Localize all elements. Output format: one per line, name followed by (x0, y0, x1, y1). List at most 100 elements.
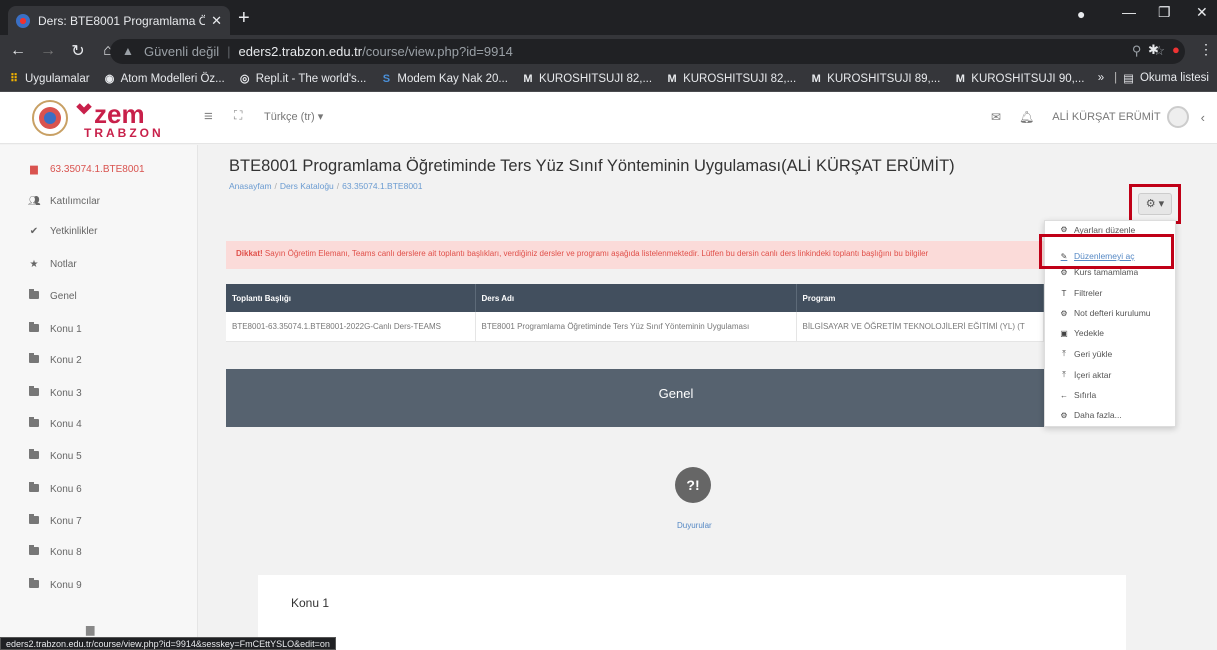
minimize-button[interactable]: — (1122, 4, 1136, 20)
folder-icon (28, 448, 40, 462)
reload-button[interactable]: ↻ (66, 41, 90, 61)
file-icon: ▣ (1060, 328, 1068, 338)
filter-icon: T (1061, 288, 1067, 298)
bookmark-item[interactable]: M KUROSHITSUJI 82,... (666, 73, 796, 85)
menu-item-import[interactable]: ⤒ İçeri aktar (1059, 368, 1111, 382)
menu-item-reset[interactable]: ← Sıfırla (1059, 388, 1096, 402)
close-window-button[interactable]: ✕ (1196, 4, 1208, 21)
page-title: BTE8001 Programlama Öğretiminde Ters Yüz… (229, 157, 955, 175)
course-actions-button[interactable]: ⚙ ▾ (1138, 193, 1172, 215)
url-input[interactable]: ▲ Güvenli değil | eders2.trabzon.edu.tr … (110, 39, 1185, 64)
back-button[interactable]: ← (6, 42, 30, 60)
menu-item-course-completion[interactable]: ⚙ Kurs tamamlama (1059, 269, 1138, 277)
maximize-button[interactable]: ❐ (1158, 4, 1171, 21)
menu-item-backup[interactable]: ▣ Yedekle (1059, 326, 1104, 340)
sidebar-item-konu-7[interactable]: Konu 7 (28, 513, 82, 529)
table-row: BTE8001-63.35074.1.BTE8001-2022G-Canlı D… (226, 312, 1044, 342)
bookmark-item[interactable]: S Modem Kay Nak 20... (380, 73, 508, 85)
browser-tab[interactable]: Ders: BTE8001 Programlama Öğr ✕ (8, 6, 230, 35)
language-menu[interactable]: Türkçe (tr) ▾ (264, 110, 323, 123)
reading-list-button[interactable]: Okuma listesi (1140, 72, 1209, 84)
highlight-box: ⚙ ▾ (1129, 184, 1181, 224)
menu-kebab-icon[interactable]: ⋮ (1199, 41, 1213, 58)
dashboard-icon[interactable]: ▆ (86, 623, 94, 636)
bookmarks-right: » | ▤ Okuma listesi (1098, 71, 1209, 85)
forward-button[interactable]: → (36, 42, 60, 60)
sidebar-item-konu-9[interactable]: Konu 9 (28, 577, 82, 593)
sidebar-item-label: Konu 6 (50, 483, 82, 495)
forum-link[interactable]: Duyurular (677, 521, 712, 530)
sidebar-item-label: Konu 9 (50, 579, 82, 591)
breadcrumb-link[interactable]: 63.35074.1.BTE8001 (342, 181, 422, 191)
reading-list-icon[interactable]: ▤ (1123, 71, 1134, 85)
sidebar-item-label: Konu 4 (50, 418, 82, 430)
site-logo[interactable]: zem TRABZON (30, 95, 182, 141)
sidebar-item-genel[interactable]: Genel (28, 288, 77, 304)
extension-pin-icon[interactable]: ● (1172, 42, 1180, 57)
menu-item-more[interactable]: ⚙ Daha fazla... (1059, 408, 1121, 422)
extensions-icon[interactable]: ✱ (1148, 42, 1159, 58)
menu-item-edit-settings[interactable]: ⚙ Ayarları düzenle (1059, 225, 1135, 234)
collapse-drawer-icon[interactable]: ‹ (1201, 110, 1205, 125)
bookmark-label: KUROSHITSUJI 82,... (683, 73, 797, 85)
table-cell: BTE8001-63.35074.1.BTE8001-2022G-Canlı D… (226, 312, 476, 342)
sidebar-item-course[interactable]: ▆ 63.35074.1.BTE8001 (28, 161, 144, 177)
bookmark-item[interactable]: M KUROSHITSUJI 90,... (954, 73, 1085, 85)
fullscreen-icon[interactable]: ⛶ (234, 108, 242, 123)
new-tab-button[interactable]: + (238, 7, 250, 30)
breadcrumb: Anasayfam / Ders Kataloğu/63.35074.1.BTE80… (229, 181, 423, 191)
folder-icon (28, 416, 40, 430)
sidebar-item-konu-3[interactable]: Konu 3 (28, 385, 82, 401)
alert-text: Sayın Öğretim Elemanı, Teams canlı dersl… (262, 249, 929, 258)
check-icon: ✔ (29, 225, 39, 237)
sidebar-item-konu-5[interactable]: Konu 5 (28, 448, 82, 464)
sidebar-item-grades[interactable]: ★ Notlar (28, 256, 77, 272)
menu-item-label: Kurs tamamlama (1074, 269, 1139, 277)
bookmark-item[interactable]: M KUROSHITSUJI 89,... (810, 73, 941, 85)
bookmark-item[interactable]: M KUROSHITSUJI 82,... (522, 73, 652, 85)
meeting-table: Toplantı Başlığı Ders Adı Program BTE800… (226, 284, 1044, 342)
bookmark-item[interactable]: ◎ Repl.it - The world's... (239, 73, 366, 85)
avatar[interactable] (1166, 106, 1189, 128)
sidebar-item-label: Genel (50, 290, 77, 302)
s-icon: S (382, 73, 391, 85)
bookmark-item[interactable]: ◉ Atom Modelleri Öz... (104, 73, 225, 85)
menu-item-gradebook-setup[interactable]: ⚙ Not defteri kurulumu (1059, 306, 1150, 320)
globe-icon: ◉ (104, 73, 115, 85)
sidebar-item-konu-8[interactable]: Konu 8 (28, 544, 82, 560)
browser-tab-bar: Ders: BTE8001 Programlama Öğr ✕ + ● — ❐ … (0, 0, 1217, 35)
url-path: /course/view.php?id=9914 (362, 44, 513, 59)
bookmarks-bar: ⠿ Uygulamalar ◉ Atom Modelleri Öz... ◎ R… (0, 67, 1217, 92)
user-name[interactable]: ALİ KÜRŞAT ERÜMİT (1052, 111, 1160, 123)
security-warning[interactable]: Güvenli değil (144, 44, 219, 59)
messages-icon[interactable]: ✉ (991, 110, 1001, 124)
gear-icon: ⚙ (1060, 269, 1068, 277)
bookmark-label: Uygulamalar (25, 73, 90, 85)
bookmark-item[interactable]: ⠿ Uygulamalar (8, 73, 90, 85)
sidebar-item-konu-1[interactable]: Konu 1 (28, 321, 82, 337)
sidebar-item-label: Notlar (50, 258, 77, 270)
menu-item-label: Ayarları düzenle (1074, 225, 1136, 234)
hamburger-menu-icon[interactable]: ≡ (204, 108, 213, 125)
m-icon: M (955, 73, 965, 85)
header-user-area: ✉ 🔔︎ ALİ KÜRŞAT ERÜMİT ‹ (991, 106, 1205, 128)
menu-item-label: İçeri aktar (1074, 370, 1112, 380)
menu-item-restore[interactable]: ⤒ Geri yükle (1059, 347, 1112, 361)
menu-item-filters[interactable]: T Filtreler (1059, 286, 1103, 300)
notifications-icon[interactable]: 🔔︎ (1019, 110, 1034, 124)
menu-item-label: Filtreler (1074, 288, 1103, 298)
breadcrumb-link[interactable]: Ders Kataloğu (280, 181, 334, 191)
sidebar-item-konu-2[interactable]: Konu 2 (28, 352, 82, 368)
arrow-left-icon: ← (1060, 390, 1068, 400)
sidebar-item-konu-6[interactable]: Konu 6 (28, 481, 82, 497)
sidebar-item-competencies[interactable]: ✔ Yetkinlikler (28, 223, 98, 239)
forum-icon[interactable]: ?! (675, 467, 711, 503)
warning-icon[interactable]: ▲ (122, 44, 134, 58)
sidebar-item-konu-4[interactable]: Konu 4 (28, 416, 82, 432)
breadcrumb-link[interactable]: Anasayfam (229, 181, 272, 191)
close-tab-icon[interactable]: ✕ (211, 13, 222, 29)
bookmark-label: KUROSHITSUJI 90,... (971, 73, 1085, 85)
more-bookmarks-icon[interactable]: » (1098, 72, 1104, 84)
profile-icon[interactable]: ● (1077, 6, 1085, 22)
sidebar-item-participants[interactable]: 👥︎ Katılımcılar (28, 193, 100, 209)
